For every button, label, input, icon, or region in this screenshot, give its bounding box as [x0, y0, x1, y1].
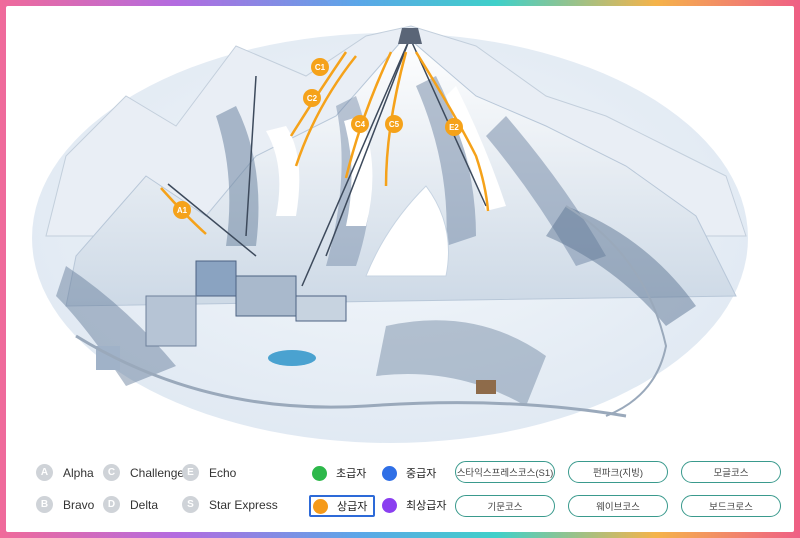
svg-text:C2: C2	[307, 94, 318, 103]
course-button-label: 모글코스	[713, 468, 749, 479]
main-frame: C1 C2 C4 C5 E2 A1 A Alpha C Challenge E …	[6, 6, 794, 532]
level-label: 상급자	[337, 501, 368, 513]
course-button-mogul[interactable]: 모글코스	[681, 461, 781, 483]
lift-alpha[interactable]: A Alpha	[36, 464, 94, 481]
lift-badge: S	[182, 496, 199, 513]
lift-badge: E	[182, 464, 199, 481]
course-button-label: 웨이브코스	[596, 502, 640, 513]
lift-badge: B	[36, 496, 53, 513]
lift-challenge[interactable]: C Challenge	[103, 464, 184, 481]
marker-a1[interactable]: A1	[173, 201, 191, 219]
level-advanced[interactable]: 상급자	[309, 495, 376, 517]
lift-name: Star Express	[209, 497, 278, 512]
lift-badge: D	[103, 496, 120, 513]
marker-c1[interactable]: C1	[311, 58, 329, 76]
course-button-boardercross[interactable]: 보드크로스	[681, 495, 781, 517]
svg-text:C4: C4	[355, 120, 366, 129]
course-button-funpark[interactable]: 펀파크(지빙)	[568, 461, 668, 483]
lift-badge: A	[36, 464, 53, 481]
marker-c4[interactable]: C4	[351, 115, 369, 133]
beginner-dot	[312, 465, 327, 481]
marker-c5[interactable]: C5	[385, 115, 403, 133]
svg-text:A1: A1	[177, 206, 188, 215]
course-button-wave[interactable]: 웨이브코스	[568, 495, 668, 517]
course-button-label: 스타익스프레스코스(S1)	[456, 468, 554, 479]
svg-text:C1: C1	[315, 63, 326, 72]
lift-name: Bravo	[63, 497, 95, 512]
lift-name: Delta	[130, 497, 159, 512]
summit-station	[398, 28, 422, 44]
level-label: 중급자	[406, 468, 437, 480]
lift-name: Challenge	[130, 465, 185, 480]
svg-text:C5: C5	[389, 120, 400, 129]
marker-c2[interactable]: C2	[303, 89, 321, 107]
level-label: 최상급자	[406, 500, 447, 512]
level-intermediate[interactable]: 중급자	[382, 465, 436, 481]
ski-resort-map[interactable]: C1 C2 C4 C5 E2 A1	[6, 6, 794, 446]
advanced-dot	[313, 498, 328, 514]
course-button-label: 기문코스	[487, 502, 523, 513]
lift-echo[interactable]: E Echo	[182, 464, 236, 481]
level-expert[interactable]: 최상급자	[382, 497, 446, 513]
course-button-label: 펀파크(지빙)	[592, 468, 644, 479]
svg-text:E2: E2	[449, 123, 459, 132]
pond	[268, 350, 316, 366]
course-button-gate[interactable]: 기문코스	[455, 495, 555, 517]
marker-e2[interactable]: E2	[445, 118, 463, 136]
level-label: 초급자	[336, 468, 367, 480]
lift-bravo[interactable]: B Bravo	[36, 496, 94, 513]
lift-star-express[interactable]: S Star Express	[182, 496, 278, 513]
course-button-label: 보드크로스	[709, 502, 753, 513]
lift-badge: C	[103, 464, 120, 481]
lift-name: Alpha	[63, 465, 94, 480]
lift-name: Echo	[209, 465, 237, 480]
expert-dot	[382, 497, 397, 513]
course-button-star-express[interactable]: 스타익스프레스코스(S1)	[455, 461, 555, 483]
intermediate-dot	[382, 465, 397, 481]
lift-delta[interactable]: D Delta	[103, 496, 158, 513]
legend: A Alpha C Challenge E Echo B Bravo D Del…	[6, 454, 794, 532]
level-beginner[interactable]: 초급자	[312, 465, 366, 481]
